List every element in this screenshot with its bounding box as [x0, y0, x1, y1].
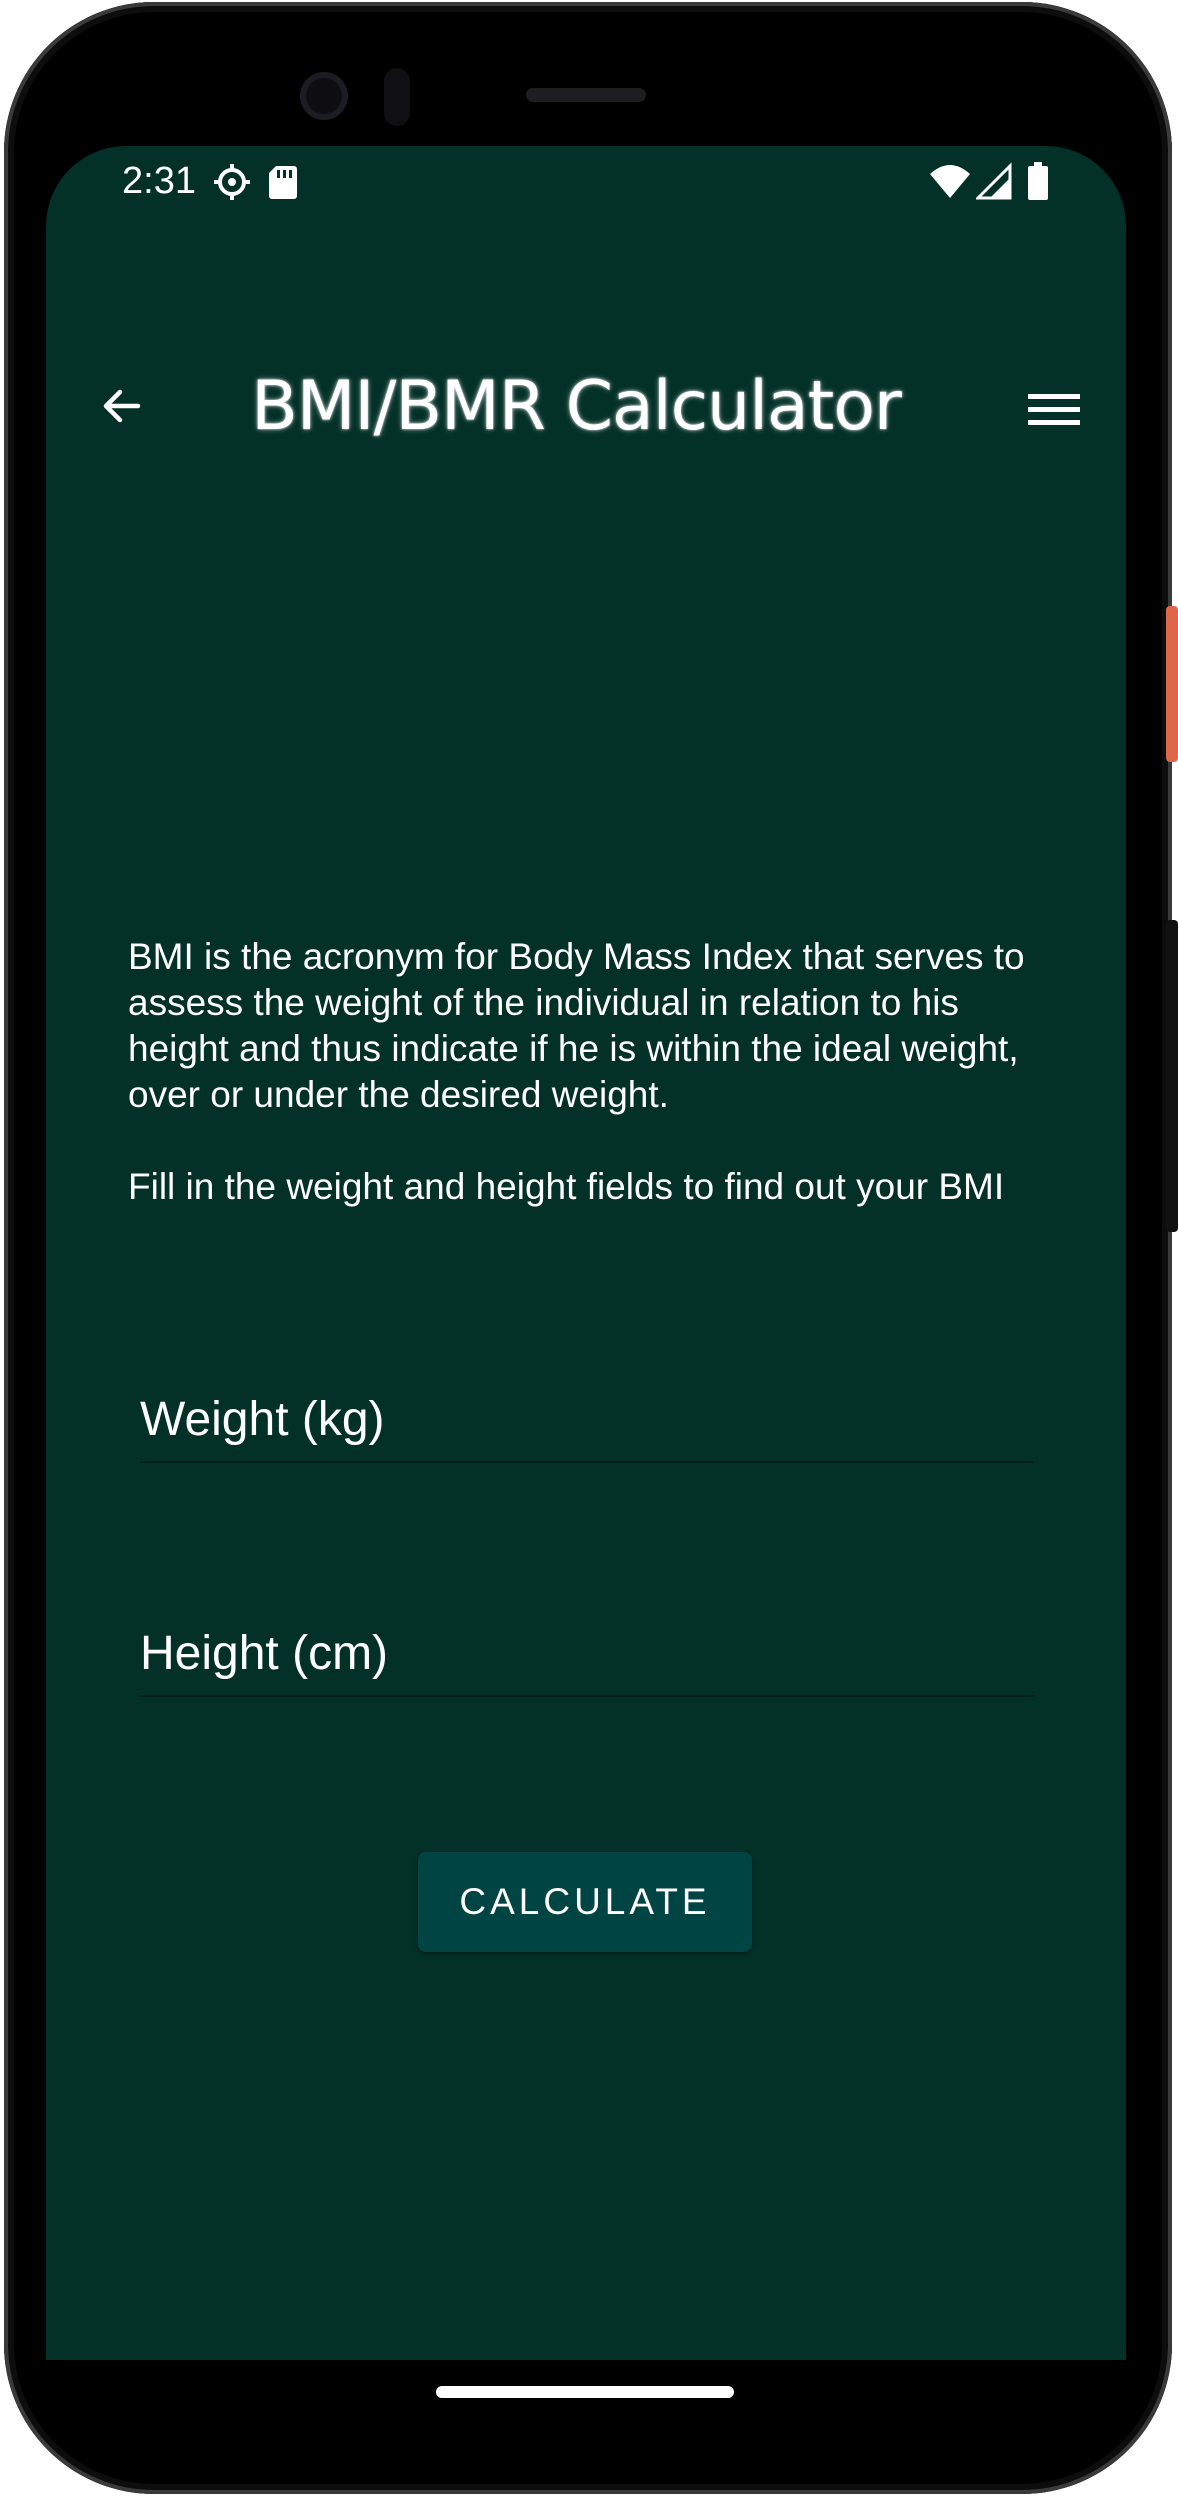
weight-input[interactable]	[140, 1392, 1034, 1461]
app-screen: 2:31 BMI/BMR Calculator BMI is the acron…	[46, 146, 1126, 2360]
weight-field	[140, 1392, 1034, 1463]
back-button[interactable]	[90, 374, 154, 438]
height-field	[140, 1626, 1034, 1697]
settings-gear-icon	[212, 162, 252, 207]
battery-icon	[1026, 162, 1050, 207]
power-button	[1166, 606, 1178, 762]
status-bar: 2:31	[46, 146, 1126, 218]
description-paragraph-2: Fill in the weight and height fields to …	[128, 1166, 1005, 1207]
wifi-icon	[928, 162, 972, 207]
volume-button	[1166, 920, 1178, 1232]
page-title: BMI/BMR Calculator	[251, 366, 902, 446]
sd-card-icon	[266, 162, 300, 207]
status-time: 2:31	[122, 160, 196, 202]
app-bar: BMI/BMR Calculator	[46, 346, 1126, 466]
hamburger-menu-icon	[1028, 394, 1080, 425]
earpiece-speaker	[526, 88, 646, 102]
cell-signal-icon	[974, 162, 1014, 207]
arrow-left-icon	[103, 389, 141, 423]
menu-button[interactable]	[1022, 378, 1086, 442]
phone-device: 2:31 BMI/BMR Calculator BMI is the acron…	[0, 0, 1178, 2498]
height-input[interactable]	[140, 1626, 1034, 1695]
calculate-button[interactable]: CALCULATE	[418, 1852, 752, 1952]
proximity-sensor	[384, 68, 410, 126]
home-gesture-handle[interactable]	[436, 2386, 734, 2398]
bmi-description: BMI is the acronym for Body Mass Index t…	[128, 934, 1068, 1256]
front-camera	[300, 72, 348, 120]
description-paragraph-1: BMI is the acronym for Body Mass Index t…	[128, 936, 1025, 1115]
